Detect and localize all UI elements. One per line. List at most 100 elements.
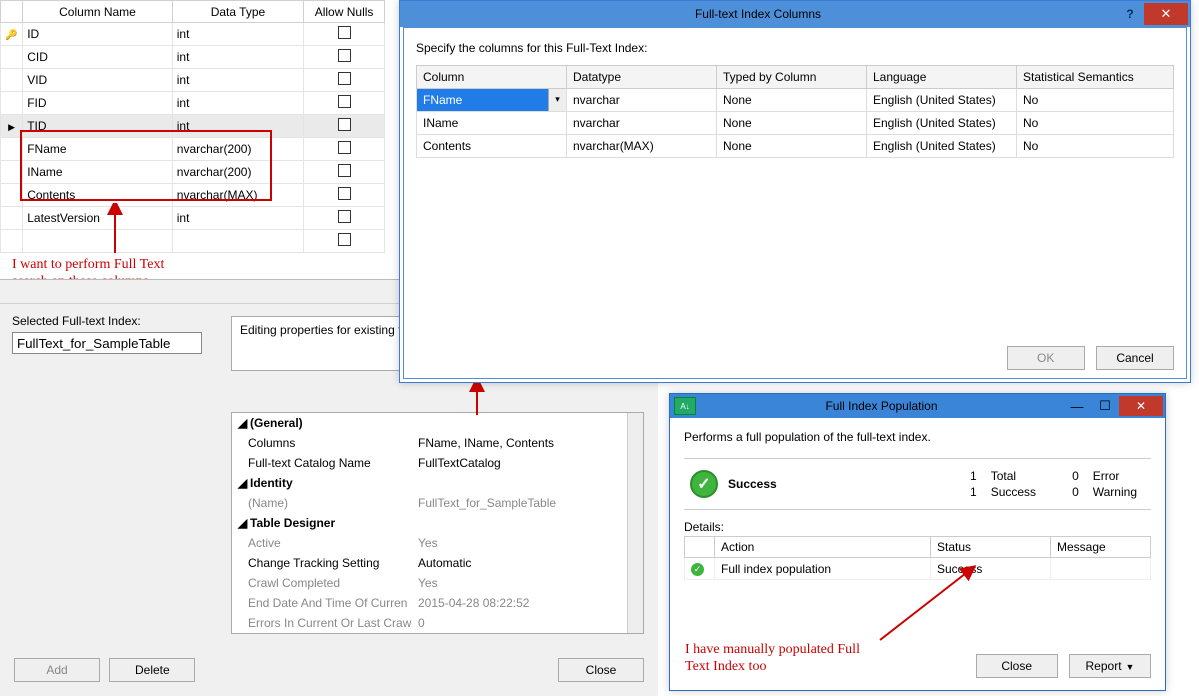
prop-track-value[interactable]: Automatic <box>418 556 637 570</box>
ok-button[interactable]: OK <box>1007 346 1085 370</box>
current-row-icon: ▶ <box>8 122 15 132</box>
cell-name[interactable]: VID <box>23 69 173 92</box>
cell-dtype[interactable]: int <box>172 69 303 92</box>
table-row[interactable]: LatestVersionint <box>1 207 385 230</box>
cell-column[interactable]: FName▾ <box>417 89 567 112</box>
table-row[interactable]: Contentsnvarchar(MAX)NoneEnglish (United… <box>417 135 1174 158</box>
close-icon[interactable]: ✕ <box>1119 396 1163 416</box>
checkbox[interactable] <box>338 26 351 39</box>
table-row[interactable]: Contentsnvarchar(MAX) <box>1 184 385 207</box>
arrow-icon <box>462 380 492 420</box>
cell-name[interactable]: FID <box>23 92 173 115</box>
cell-name[interactable]: TID <box>23 115 173 138</box>
table-row[interactable]: VIDint <box>1 69 385 92</box>
details-label: Details: <box>684 520 1151 534</box>
report-button[interactable]: Report▼ <box>1069 654 1151 678</box>
table-row[interactable]: INamenvarchar(200) <box>1 161 385 184</box>
table-row[interactable]: FNamenvarchar(200) <box>1 138 385 161</box>
checkbox[interactable] <box>338 233 351 246</box>
th-typed[interactable]: Typed by Column <box>717 66 867 89</box>
checkbox[interactable] <box>338 210 351 223</box>
th-language[interactable]: Language <box>867 66 1017 89</box>
dialog-titlebar[interactable]: Full-text Index Columns ? ✕ <box>400 1 1190 27</box>
cell-dtype[interactable]: int <box>172 46 303 69</box>
cell-name[interactable]: IName <box>23 161 173 184</box>
cell-dtype[interactable]: int <box>172 92 303 115</box>
help-icon[interactable]: ? <box>1116 7 1144 21</box>
dialog-instruction: Specify the columns for this Full-Text I… <box>416 41 1174 55</box>
cell-typed[interactable]: None <box>717 89 867 112</box>
scrollbar[interactable] <box>627 413 643 633</box>
checkbox[interactable] <box>338 187 351 200</box>
cell-stat[interactable]: No <box>1017 135 1174 158</box>
checkbox[interactable] <box>338 49 351 62</box>
cell-column[interactable]: Contents <box>417 135 567 158</box>
close-icon[interactable]: ✕ <box>1144 3 1188 25</box>
cell-column[interactable]: IName <box>417 112 567 135</box>
close-button[interactable]: Close <box>976 654 1058 678</box>
chevron-down-icon: ▼ <box>1126 662 1135 672</box>
cell-typed[interactable]: None <box>717 112 867 135</box>
table-row[interactable]: FIDint <box>1 92 385 115</box>
table-row[interactable]: ▶ TIDint <box>1 115 385 138</box>
selected-index-input[interactable] <box>12 332 202 354</box>
cell-dtype[interactable]: nvarchar(200) <box>172 161 303 184</box>
th-datatype[interactable]: Datatype <box>567 66 717 89</box>
th-action[interactable]: Action <box>715 537 931 558</box>
allow-nulls-header: Allow Nulls <box>304 1 385 23</box>
stats-table: 1Total0Error 1Success0Warning <box>962 467 1145 501</box>
prop-name-value: FullText_for_SampleTable <box>418 496 637 510</box>
table-row[interactable]: CIDint <box>1 46 385 69</box>
cell-dtype[interactable]: int <box>172 115 303 138</box>
cell-lang[interactable]: English (United States) <box>867 135 1017 158</box>
chevron-down-icon[interactable]: ▾ <box>548 89 566 111</box>
cell-lang[interactable]: English (United States) <box>867 89 1017 112</box>
checkbox[interactable] <box>338 164 351 177</box>
cancel-button[interactable]: Cancel <box>1096 346 1174 370</box>
row-selector-header <box>1 1 23 23</box>
data-type-header: Data Type <box>172 1 303 23</box>
maximize-icon[interactable]: ☐ <box>1091 398 1119 414</box>
cell-lang[interactable]: English (United States) <box>867 112 1017 135</box>
delete-button[interactable]: Delete <box>109 658 195 682</box>
add-button[interactable]: Add <box>14 658 100 682</box>
th-message[interactable]: Message <box>1051 537 1151 558</box>
cell-name[interactable]: FName <box>23 138 173 161</box>
cell-dtype[interactable]: nvarchar(MAX) <box>172 184 303 207</box>
cell-name[interactable]: CID <box>23 46 173 69</box>
checkbox[interactable] <box>338 95 351 108</box>
group-general[interactable]: (General) <box>250 416 303 430</box>
cell-dtype[interactable]: int <box>172 23 303 46</box>
col-name-header: Column Name <box>23 1 173 23</box>
cell-name[interactable]: ID <box>23 23 173 46</box>
table-row[interactable]: INamenvarcharNoneEnglish (United States)… <box>417 112 1174 135</box>
group-identity[interactable]: Identity <box>250 476 293 490</box>
cell-stat[interactable]: No <box>1017 112 1174 135</box>
checkbox[interactable] <box>338 141 351 154</box>
success-check-icon: ✓ <box>690 470 718 498</box>
cell-dtype[interactable]: nvarchar(200) <box>172 138 303 161</box>
table-row[interactable]: 🔑IDint <box>1 23 385 46</box>
dialog-titlebar[interactable]: A↓ Full Index Population — ☐ ✕ <box>670 394 1165 418</box>
prop-columns-value[interactable]: FName, IName, Contents <box>418 436 637 450</box>
table-row[interactable] <box>1 230 385 253</box>
prop-catalog-value[interactable]: FullTextCatalog <box>418 456 637 470</box>
cell-stat[interactable]: No <box>1017 89 1174 112</box>
cell-dtype: nvarchar <box>567 89 717 112</box>
group-designer[interactable]: Table Designer <box>250 516 335 530</box>
arrow-icon <box>870 565 990 645</box>
prop-active-label: Active <box>238 536 418 550</box>
minimize-icon[interactable]: — <box>1063 399 1091 414</box>
cell-dtype[interactable] <box>172 230 303 253</box>
th-column[interactable]: Column <box>417 66 567 89</box>
cell-dtype[interactable]: int <box>172 207 303 230</box>
close-button[interactable]: Close <box>558 658 644 682</box>
th-status[interactable]: Status <box>931 537 1051 558</box>
checkbox[interactable] <box>338 118 351 131</box>
dialog-title: Full Index Population <box>700 399 1063 413</box>
cell-typed[interactable]: None <box>717 135 867 158</box>
table-row[interactable]: FName▾nvarcharNoneEnglish (United States… <box>417 89 1174 112</box>
checkbox[interactable] <box>338 72 351 85</box>
prop-enddate-label: End Date And Time Of Curren <box>238 596 418 610</box>
th-stat[interactable]: Statistical Semantics <box>1017 66 1174 89</box>
